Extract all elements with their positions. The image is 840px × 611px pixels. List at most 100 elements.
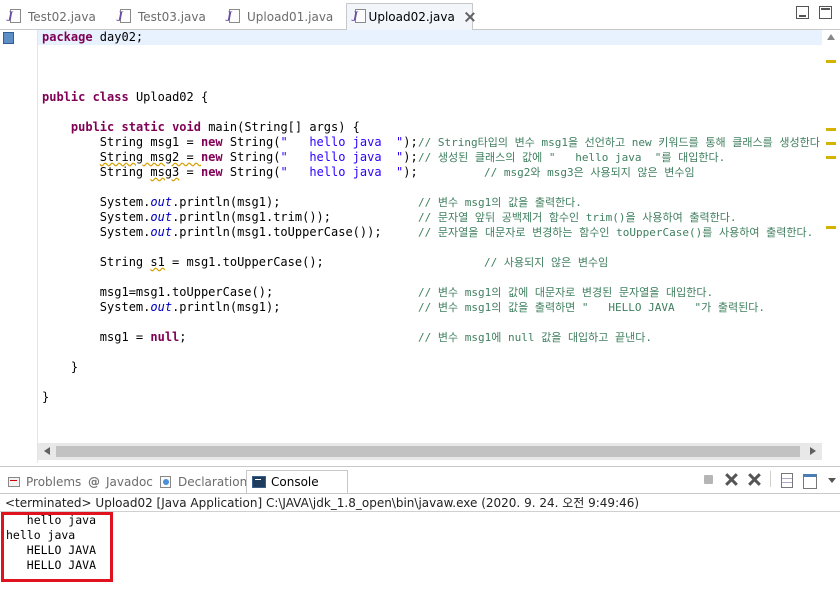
java-file-icon: J [227, 8, 241, 25]
tab-upload02[interactable]: J Upload02.java [346, 3, 473, 30]
vertical-ruler [0, 30, 16, 463]
horizontal-scrollbar[interactable] [38, 443, 822, 460]
overview-ruler[interactable] [822, 30, 840, 443]
code-text: .println(msg1.trim()); [172, 210, 332, 224]
code-text: System. [99, 225, 151, 239]
static-field: out [150, 300, 173, 314]
scroll-right-icon[interactable] [810, 447, 816, 455]
tab-problems[interactable]: Problems [2, 470, 81, 493]
tab-label: Test02.java [28, 9, 96, 24]
scroll-left-icon[interactable] [44, 447, 50, 455]
terminate-icon[interactable] [701, 472, 716, 487]
code-text: String msg2 = [99, 150, 201, 164]
code-line: 12 System.out.println(msg1); // 변수 msg1의… [38, 195, 822, 210]
tab-label: Console [271, 475, 319, 489]
close-tab-icon[interactable] [329, 476, 341, 488]
code-comment: // 변수 msg1에 null 값을 대입하고 끝낸다. [418, 331, 653, 344]
bookmark-icon [3, 32, 14, 44]
view-menu-icon[interactable] [825, 472, 840, 487]
keyword: class [85, 90, 129, 104]
java-file-icon: J [353, 9, 366, 25]
code-line: 2 [38, 45, 822, 60]
code-text: String( [222, 165, 281, 179]
code-text: ; [179, 330, 187, 344]
code-line: 22 [38, 345, 822, 360]
console-output[interactable]: hello java hello java HELLO JAVA HELLO J… [0, 512, 840, 611]
code-text: .println(msg1.toUpperCase()); [172, 225, 382, 239]
warning-marker-icon[interactable] [826, 226, 836, 229]
keyword: new [200, 135, 223, 149]
scroll-lock-icon[interactable] [802, 472, 817, 489]
view-tab-bar: Problems @ Javadoc Declaration Console [0, 466, 840, 494]
editor-window-controls [796, 6, 832, 19]
code-text: .println(msg1); [172, 300, 281, 314]
static-field: out [150, 195, 173, 209]
warning-marker-icon[interactable] [826, 142, 836, 145]
warning-marker-icon[interactable] [826, 156, 836, 159]
output-highlight-box [1, 512, 113, 582]
string-literal: " hello java " [280, 165, 404, 179]
code-line: 1 package day02; [38, 30, 822, 45]
static-field: out [150, 210, 173, 224]
code-text: ); [403, 135, 418, 149]
code-comment: // String타입의 변수 msg1을 선언하고 new 키워드를 통해 클… [418, 136, 822, 149]
code-line: 9 String msg2 = new String(" hello java … [38, 150, 822, 165]
tab-upload01[interactable]: J Upload01.java [221, 3, 333, 30]
java-file-icon: J [118, 8, 132, 25]
package-name: day02; [92, 30, 144, 44]
code-line: 21 msg1 = null; // 변수 msg1에 null 값을 대입하고… [38, 330, 822, 345]
tab-declaration[interactable]: Declaration [154, 470, 247, 493]
code-editor[interactable]: 1 package day02; 2 3 4 5 public class Up… [0, 30, 840, 463]
tab-javadoc[interactable]: @ Javadoc [82, 470, 153, 493]
unused-variable: msg3 [150, 165, 180, 179]
code-comment: // 생성된 클래스의 값에 " hello java "를 대입한다. [418, 151, 726, 164]
line-number-gutter [16, 30, 38, 463]
code-text: String( [222, 150, 281, 164]
warning-marker-icon[interactable] [826, 128, 836, 131]
keyword: new [200, 150, 223, 164]
string-literal: " hello java " [280, 150, 404, 164]
code-line: 15 [38, 240, 822, 255]
scroll-up-icon[interactable] [827, 34, 835, 40]
code-area[interactable]: 1 package day02; 2 3 4 5 public class Up… [38, 30, 822, 443]
code-text: System. [99, 300, 151, 314]
tab-label: Declaration [178, 474, 248, 489]
keyword: new [200, 165, 223, 179]
tab-test02[interactable]: J Test02.java [2, 3, 96, 30]
keyword: public [42, 90, 86, 104]
declaration-icon [159, 475, 173, 489]
code-text: } [42, 390, 50, 404]
remove-launch-icon[interactable] [724, 472, 739, 487]
keyword: null [150, 330, 180, 344]
code-text: String( [222, 135, 281, 149]
code-line: 6 [38, 105, 822, 120]
code-text: String [99, 165, 151, 179]
tab-console[interactable]: Console [246, 470, 348, 493]
code-text: ); [403, 165, 418, 179]
tab-test03[interactable]: J Test03.java [112, 3, 206, 30]
code-line: 25 } [38, 390, 822, 405]
keyword: public [70, 120, 115, 134]
code-line: 19 System.out.println(msg1); // 변수 msg1의… [38, 300, 822, 315]
string-literal: " hello java " [280, 135, 404, 149]
tab-label: Test03.java [138, 9, 206, 24]
code-line: 17 [38, 270, 822, 285]
maximize-icon[interactable] [819, 6, 832, 19]
code-line: 10 String msg3 = new String(" hello java… [38, 165, 822, 180]
scrollbar-thumb[interactable] [56, 446, 800, 457]
code-line: 26 [38, 405, 822, 420]
remove-all-terminated-icon[interactable] [747, 472, 762, 487]
minimize-icon[interactable] [796, 6, 809, 19]
code-line: 14 System.out.println(msg1.toUpperCase()… [38, 225, 822, 240]
clear-console-icon[interactable] [779, 472, 794, 488]
warning-marker-icon[interactable] [826, 60, 836, 63]
code-comment: // 문자열을 대문자로 변경하는 함수인 toUpperCase()를 사용하… [418, 226, 814, 239]
code-line: 20 [38, 315, 822, 330]
code-line: 8 String msg1 = new String(" hello java … [38, 135, 822, 150]
code-comment: // 문자열 앞뒤 공백제거 함수인 trim()을 사용하여 출력한다. [418, 211, 737, 224]
close-tab-icon[interactable] [464, 11, 472, 23]
code-text: .println(msg1); [172, 195, 281, 209]
problems-icon [7, 475, 21, 489]
code-line: 5 public class Upload02 { [38, 90, 822, 105]
code-comment: // msg2와 msg3은 사용되지 않은 변수임 [484, 166, 695, 179]
